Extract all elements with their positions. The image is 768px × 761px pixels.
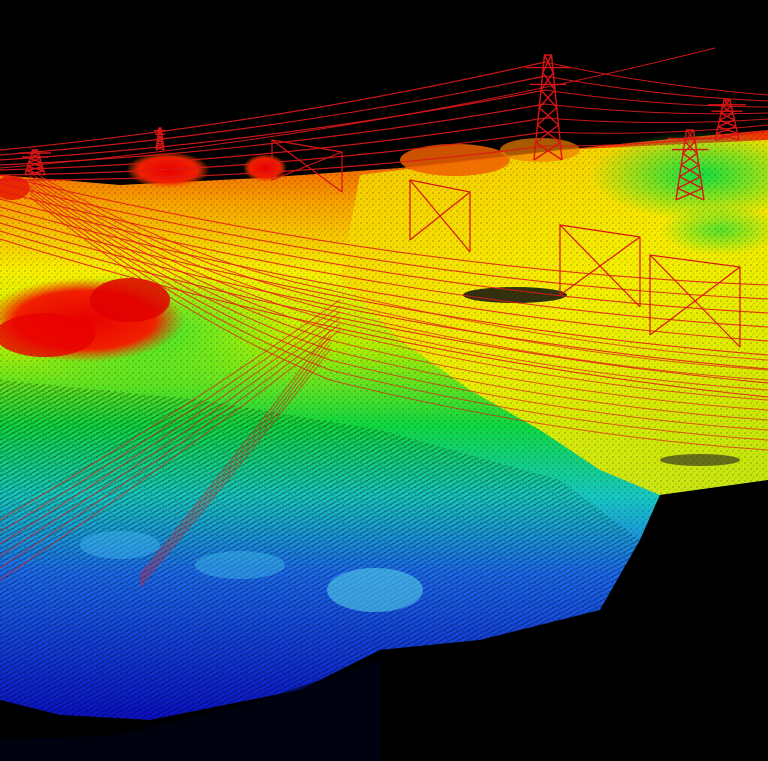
terrain-surface (0, 130, 768, 761)
lidar-scene (0, 0, 768, 761)
point-cloud-render (0, 0, 768, 761)
